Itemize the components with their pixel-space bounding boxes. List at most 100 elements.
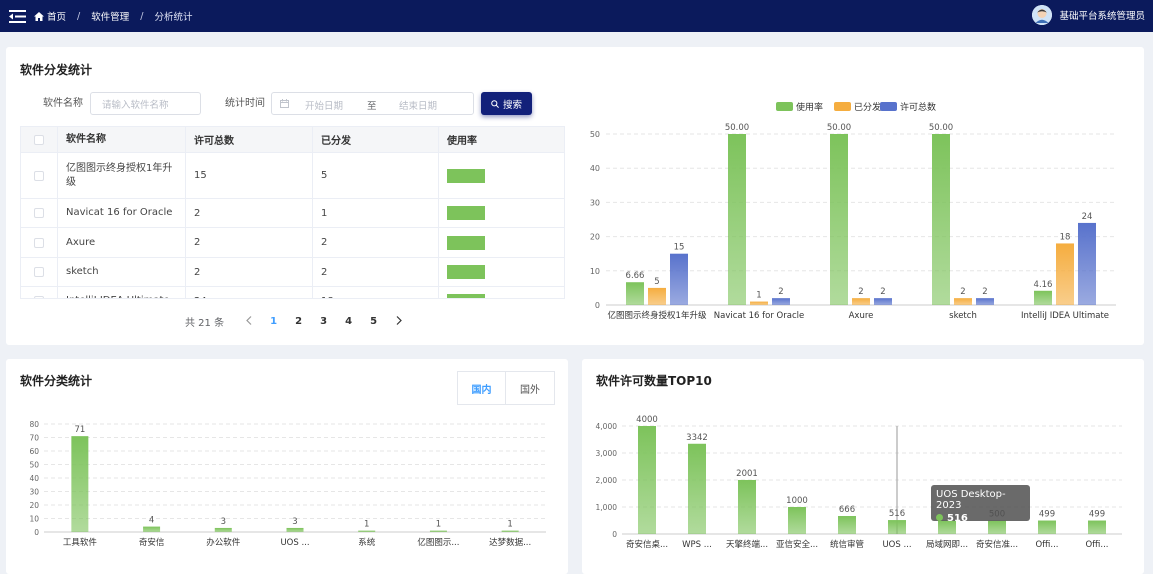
y-tick-label: 0	[612, 530, 617, 539]
data-label: 1000	[786, 496, 808, 506]
x-tick-label: 天擎终端...	[726, 539, 768, 550]
breadcrumb-home-label: 首页	[47, 12, 67, 23]
table-row[interactable]: Axure 2 2	[21, 228, 564, 258]
data-label: 50.00	[827, 123, 851, 133]
y-tick-label: 10	[590, 267, 600, 276]
row-checkbox[interactable]	[34, 267, 44, 277]
x-tick-label: Axure	[849, 311, 874, 321]
bar	[838, 516, 856, 534]
y-tick-label: 20	[590, 233, 600, 242]
chart-tooltip: UOS Desktop-2023 516	[931, 485, 1030, 524]
table-row[interactable]: Navicat 16 for Oracle 2 1	[21, 199, 564, 228]
bar	[1088, 520, 1106, 534]
header-name: 软件名称	[58, 127, 186, 152]
data-label: 24	[1082, 212, 1093, 222]
legend-swatch	[834, 102, 851, 111]
pagination: 共 21 条 1 2 3 4 5	[185, 314, 411, 329]
avatar[interactable]	[1032, 5, 1053, 25]
x-tick-label: 亚信安全...	[776, 539, 818, 550]
row-checkbox-cell	[21, 258, 58, 286]
breadcrumb-software-management[interactable]: 软件管理	[91, 9, 129, 23]
row-name: Navicat 16 for Oracle	[58, 199, 186, 227]
category-chart: 0 10 20 30 40 50 60 70 80 71 工具软件 4 奇安信 3 办公软件 3 UOS ...…	[29, 420, 546, 548]
row-checkbox-cell	[21, 287, 58, 298]
table-row[interactable]: sketch 2 2	[21, 258, 564, 287]
row-usage-cell	[439, 228, 564, 257]
y-tick-label: 2,000	[596, 476, 618, 485]
row-checkbox[interactable]	[34, 237, 44, 248]
row-distributed: 18	[313, 287, 439, 298]
date-range-picker[interactable]: 开始日期 至 结束日期	[271, 92, 474, 115]
table-row[interactable]: 亿图图示终身授权1年升级 15 5	[21, 153, 564, 199]
breadcrumb-separator: /	[140, 10, 144, 22]
bar	[214, 527, 232, 532]
bar	[1034, 290, 1052, 305]
x-tick-label: 奇安信	[139, 537, 165, 548]
breadcrumb: 首页 / 软件管理 / 分析统计	[34, 9, 192, 23]
y-tick-label: 30	[29, 488, 39, 497]
menu-toggle-button[interactable]	[0, 0, 34, 32]
row-name: 亿图图示终身授权1年升级	[58, 153, 186, 198]
chevron-right-icon	[396, 315, 402, 325]
pagination-prev-button[interactable]	[236, 315, 261, 328]
pagination-page[interactable]: 4	[336, 316, 361, 327]
distribution-chart: 使用率 已分发 许可总数 0 10 20 30 40 50 6.66 5 15 亿图图示终身授权1年升级…	[590, 101, 1116, 321]
y-tick-label: 50	[590, 130, 600, 139]
header-checkbox-cell	[21, 127, 58, 152]
search-button[interactable]: 搜索	[481, 92, 532, 115]
bar	[648, 287, 666, 305]
tab-foreign[interactable]: 国外	[506, 372, 554, 404]
pagination-page[interactable]: 5	[361, 316, 386, 327]
distribution-title: 软件分发统计	[20, 63, 93, 77]
bar	[852, 298, 870, 305]
bar	[830, 134, 848, 305]
data-label: 2001	[736, 469, 758, 479]
y-tick-label: 4,000	[596, 422, 618, 431]
row-total: 2	[186, 258, 313, 286]
data-label: 1	[756, 291, 761, 301]
row-checkbox[interactable]	[34, 296, 44, 298]
data-label: 15	[674, 243, 685, 253]
x-tick-label: 局域网即...	[926, 539, 968, 550]
x-tick-label: 达梦数据...	[489, 537, 531, 548]
select-all-checkbox[interactable]	[34, 134, 44, 145]
row-total: 2	[186, 199, 313, 227]
data-label: 4000	[636, 415, 658, 425]
usage-bar	[447, 168, 485, 183]
pagination-page[interactable]: 2	[286, 316, 311, 327]
data-label: 516	[889, 509, 905, 519]
row-checkbox[interactable]	[34, 170, 44, 181]
data-label: 2	[778, 287, 783, 297]
row-checkbox[interactable]	[34, 208, 44, 218]
search-button-label: 搜索	[502, 99, 522, 111]
bar	[728, 134, 746, 305]
legend-swatch	[880, 102, 897, 111]
y-tick-label: 30	[590, 198, 600, 207]
x-tick-label: 办公软件	[206, 537, 241, 548]
x-tick-label: Offi...	[1085, 540, 1108, 550]
pagination-page[interactable]: 3	[311, 316, 336, 327]
data-label: 18	[1060, 232, 1071, 242]
software-name-input[interactable]: 请输入软件名称	[90, 92, 201, 115]
data-label: 3342	[686, 433, 708, 443]
pagination-next-button[interactable]	[386, 315, 411, 328]
y-tick-label: 40	[590, 164, 600, 173]
table-row[interactable]: IntelliJ IDEA Ultimate 24 18	[21, 287, 564, 298]
tab-domestic[interactable]: 国内	[458, 372, 506, 404]
row-name: IntelliJ IDEA Ultimate	[58, 287, 186, 298]
bar	[358, 530, 376, 532]
row-total: 24	[186, 287, 313, 298]
data-label: 5	[654, 277, 659, 287]
end-date-placeholder: 结束日期	[399, 101, 438, 112]
bar	[954, 298, 972, 305]
pagination-page[interactable]: 1	[261, 316, 286, 327]
legend-label: 已分发	[854, 101, 881, 113]
chevron-left-icon	[245, 315, 252, 325]
legend-swatch	[776, 102, 793, 111]
breadcrumb-home[interactable]: 首页	[34, 9, 66, 23]
user-menu[interactable]: 基础平台系统管理员	[1032, 5, 1145, 25]
row-checkbox-cell	[21, 153, 58, 198]
tooltip-marker	[936, 514, 943, 521]
data-label: 3	[292, 517, 297, 527]
data-label: 1	[364, 520, 369, 530]
